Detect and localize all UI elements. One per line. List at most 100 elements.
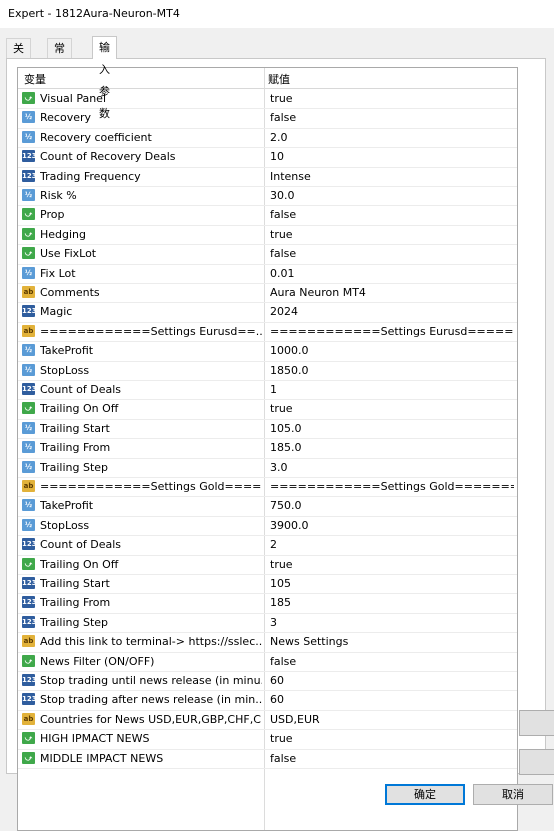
table-row[interactable]: 123 Count of Recovery Deals 10 (18, 147, 517, 168)
parameter-value[interactable]: 60 (270, 674, 514, 687)
parameter-value[interactable]: true (270, 402, 514, 415)
parameter-name: Visual Panel (40, 92, 107, 105)
parameter-value[interactable]: ============Settings Eurusd=====... (270, 325, 514, 338)
table-row[interactable]: ½ StopLoss 3900.0 (18, 516, 517, 537)
table-row[interactable]: ab Add this link to terminal-> https://ss… (18, 632, 517, 653)
table-row[interactable]: ½ Trailing From 185.0 (18, 438, 517, 459)
parameter-name: Prop (40, 208, 65, 222)
load-button[interactable] (519, 710, 554, 736)
parameter-value[interactable]: 1850.0 (270, 364, 514, 377)
parameter-value[interactable]: true (270, 558, 514, 571)
parameter-value[interactable]: false (270, 655, 514, 668)
int-icon: 123 (22, 577, 37, 589)
parameter-value[interactable]: 185 (270, 596, 514, 609)
parameter-value[interactable]: 2024 (270, 305, 514, 318)
parameter-value[interactable]: 1 (270, 383, 514, 396)
parameter-name: Trading Frequency (40, 169, 141, 183)
title-bar: Expert - 1812Aura-Neuron-MT4 (0, 0, 554, 28)
table-row[interactable]: ⤻ Trailing On Off true (18, 399, 517, 420)
table-row[interactable]: ab ============Settings Gold====... ======… (18, 477, 517, 498)
parameter-name: Trailing On Off (40, 402, 119, 416)
table-row[interactable]: ⤻ Hedging true (18, 225, 517, 246)
table-row[interactable]: 123 Trailing Start 105 (18, 574, 517, 595)
table-row[interactable]: 123 Stop trading until news release (in m… (18, 671, 517, 692)
table-row[interactable]: ⤻ Visual Panel true (18, 89, 517, 110)
parameter-value[interactable]: false (270, 111, 514, 124)
table-row[interactable]: ⤻ HIGH IPMACT NEWS true (18, 729, 517, 750)
table-row[interactable]: 123 Count of Deals 1 (18, 380, 517, 401)
table-row[interactable]: 123 Count of Deals 2 (18, 535, 517, 556)
table-row[interactable]: ½ TakeProfit 750.0 (18, 496, 517, 517)
parameter-value[interactable]: 185.0 (270, 441, 514, 454)
column-header-value[interactable]: 赋值 (268, 71, 290, 87)
parameter-value[interactable]: false (270, 208, 514, 221)
table-row[interactable]: ½ Fix Lot 0.01 (18, 264, 517, 284)
table-row[interactable]: ab Comments Aura Neuron MT4 (18, 283, 517, 304)
parameter-name: Count of Recovery Deals (40, 150, 176, 164)
table-row[interactable]: ½ Recovery coefficient 2.0 (18, 128, 517, 149)
parameter-name: MIDDLE IMPACT NEWS (40, 751, 164, 765)
table-row[interactable]: ⤻ News Filter (ON/OFF) false (18, 652, 517, 672)
parameter-value[interactable]: 30.0 (270, 189, 514, 202)
parameter-value[interactable]: USD,EUR (270, 713, 514, 726)
parameter-value[interactable]: 1000.0 (270, 344, 514, 357)
table-row[interactable]: 123 Magic 2024 (18, 302, 517, 323)
tab-about[interactable]: 关于 (6, 38, 31, 74)
parameter-value[interactable]: false (270, 752, 514, 765)
parameter-value[interactable]: News Settings (270, 635, 514, 648)
parameter-value[interactable]: 750.0 (270, 499, 514, 512)
parameter-value[interactable]: 105.0 (270, 422, 514, 435)
parameter-value[interactable]: 3900.0 (270, 519, 514, 532)
parameters-table[interactable]: 变量 赋值 ⤻ Visual Panel true ½ Recovery false ½ Re… (17, 67, 518, 831)
cancel-button[interactable]: 取消 (473, 784, 553, 805)
table-row[interactable]: ½ Recovery false (18, 108, 517, 129)
table-row[interactable]: ½ Trailing Step 3.0 (18, 458, 517, 478)
double-icon: ½ (22, 130, 35, 143)
table-row[interactable]: 123 Trailing From 185 (18, 593, 517, 614)
parameter-value[interactable]: 60 (270, 693, 514, 706)
tab-common[interactable]: 常用 (47, 38, 72, 74)
parameter-name: TakeProfit (40, 344, 94, 358)
parameter-value[interactable]: 3.0 (270, 461, 514, 474)
table-row[interactable]: 123 Stop trading after news release (in m… (18, 690, 517, 711)
bool-icon: ⤻ (22, 247, 35, 260)
tab-inputs[interactable]: 输入参数 (92, 36, 117, 120)
table-row[interactable]: ⤻ Prop false (18, 205, 517, 226)
table-row[interactable]: ½ StopLoss 1850.0 (18, 361, 517, 381)
ok-button[interactable]: 确定 (385, 784, 465, 805)
parameter-name: Add this link to terminal-> https://ssle… (40, 635, 262, 649)
parameter-value[interactable]: Aura Neuron MT4 (270, 286, 514, 299)
table-row[interactable]: ½ Trailing Start 105.0 (18, 419, 517, 440)
parameter-value[interactable]: Intense (270, 170, 514, 183)
parameter-name: Stop trading until news release (in minu… (40, 674, 262, 687)
parameter-value[interactable]: ============Settings Gold=======... (270, 480, 514, 493)
table-row[interactable]: ⤻ MIDDLE IMPACT NEWS false (18, 749, 517, 769)
parameter-value[interactable]: true (270, 732, 514, 745)
table-row[interactable]: 123 Trailing Step 3 (18, 613, 517, 634)
parameter-value[interactable]: true (270, 92, 514, 105)
parameter-name: Count of Deals (40, 383, 122, 396)
parameter-value[interactable]: 105 (270, 577, 514, 590)
parameter-name: Recovery (40, 111, 92, 125)
parameter-value[interactable]: false (270, 247, 514, 260)
table-row[interactable]: 123 Trading Frequency Intense (18, 167, 517, 187)
parameter-value[interactable]: 0.01 (270, 267, 514, 280)
parameter-value[interactable]: true (270, 228, 514, 241)
parameter-value[interactable]: 2.0 (270, 131, 514, 144)
table-row[interactable]: ⤻ Trailing On Off true (18, 555, 517, 575)
table-row[interactable]: ⤻ Use FixLot false (18, 244, 517, 265)
parameter-value[interactable]: 10 (270, 150, 514, 163)
parameter-name: Count of Deals (40, 538, 122, 552)
table-row[interactable]: ½ Risk % 30.0 (18, 186, 517, 207)
string-icon: ab (22, 712, 35, 725)
parameter-value[interactable]: 3 (270, 616, 514, 629)
string-icon: ab (22, 635, 35, 648)
column-header-variable[interactable]: 变量 (24, 71, 46, 87)
table-row[interactable]: ½ TakeProfit 1000.0 (18, 341, 517, 362)
table-row[interactable]: ab Countries for News USD,EUR,GBP,CHF,C..… (18, 710, 517, 731)
table-row[interactable]: ab ============Settings Eurusd==... ======… (18, 322, 517, 343)
double-icon: ½ (22, 344, 35, 357)
bool-icon: ⤻ (22, 732, 35, 745)
parameter-value[interactable]: 2 (270, 538, 514, 551)
save-button[interactable] (519, 749, 554, 775)
